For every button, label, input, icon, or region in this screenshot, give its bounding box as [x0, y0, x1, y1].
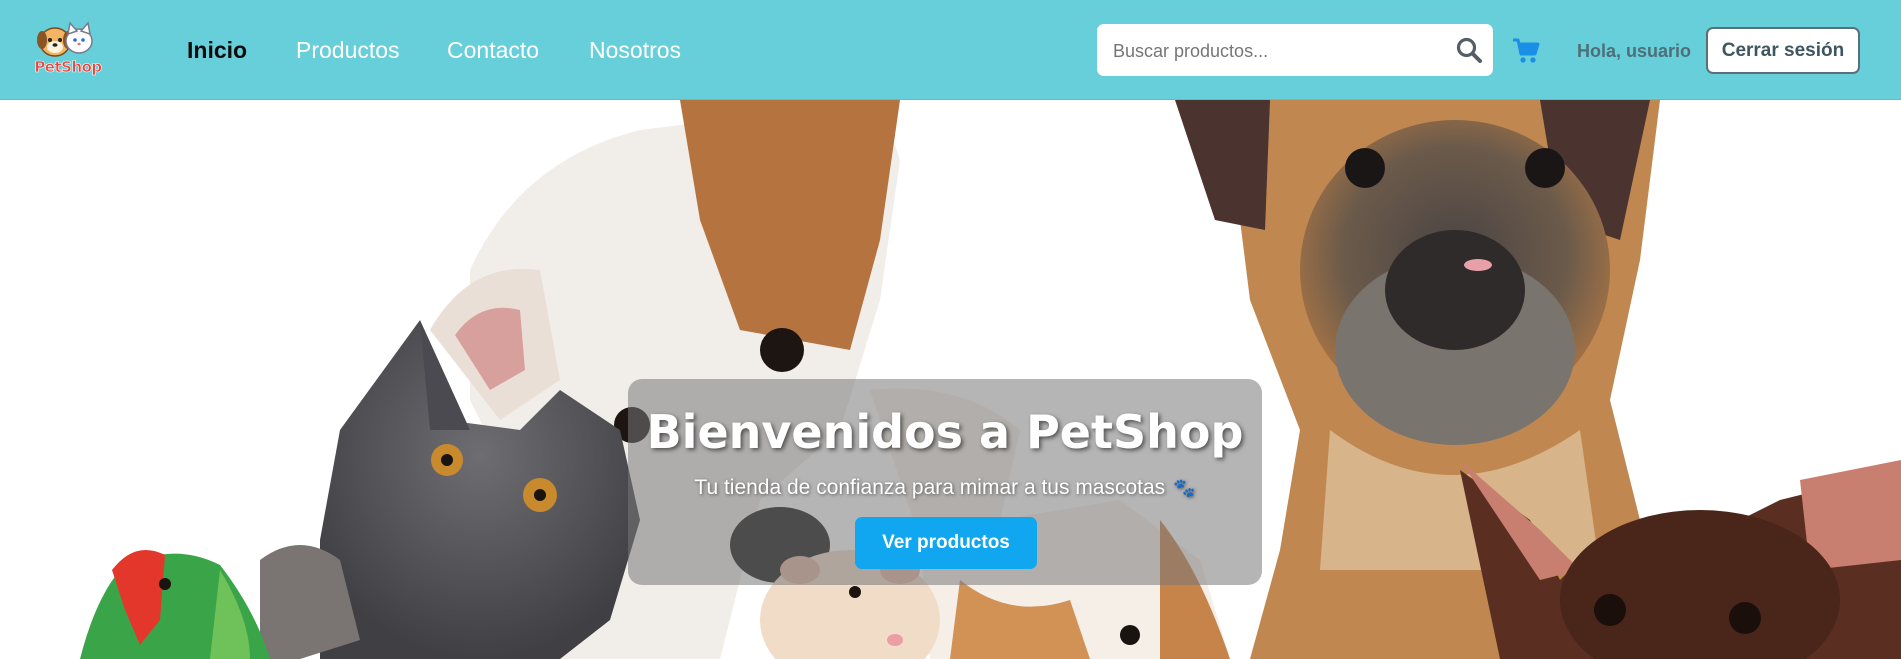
- user-greeting: Hola, usuario: [1577, 41, 1692, 61]
- view-products-button[interactable]: Ver productos: [855, 517, 1037, 569]
- parrot-illustration: [80, 550, 270, 659]
- search-box: [1097, 24, 1493, 78]
- top-navbar: PetShop Inicio Productos Contacto Nosotr…: [0, 0, 1901, 100]
- hero-banner: Bienvenidos a PetShop Tu tienda de confi…: [0, 100, 1901, 659]
- search-input[interactable]: [1111, 24, 1445, 78]
- nav-link-contacto[interactable]: Contacto: [447, 36, 539, 64]
- nav-link-productos[interactable]: Productos: [296, 36, 400, 64]
- nav-link-nosotros[interactable]: Nosotros: [589, 36, 681, 64]
- hero-card: Bienvenidos a PetShop Tu tienda de confi…: [628, 379, 1262, 585]
- nav-link-inicio[interactable]: Inicio: [187, 36, 247, 64]
- paw-icon: 🐾: [1173, 478, 1196, 498]
- shopping-cart-icon[interactable]: [1512, 38, 1540, 64]
- hero-subtitle-row: Tu tienda de confianza para mimar a tus …: [628, 475, 1262, 501]
- hero-title: Bienvenidos a PetShop: [646, 405, 1244, 459]
- logout-button[interactable]: Cerrar sesión: [1706, 27, 1860, 74]
- hero-subtitle: Tu tienda de confianza para mimar a tus …: [694, 476, 1166, 499]
- logo-text: PetShop: [34, 58, 102, 77]
- search-icon[interactable]: [1455, 36, 1483, 64]
- petshop-logo[interactable]: PetShop: [32, 20, 104, 78]
